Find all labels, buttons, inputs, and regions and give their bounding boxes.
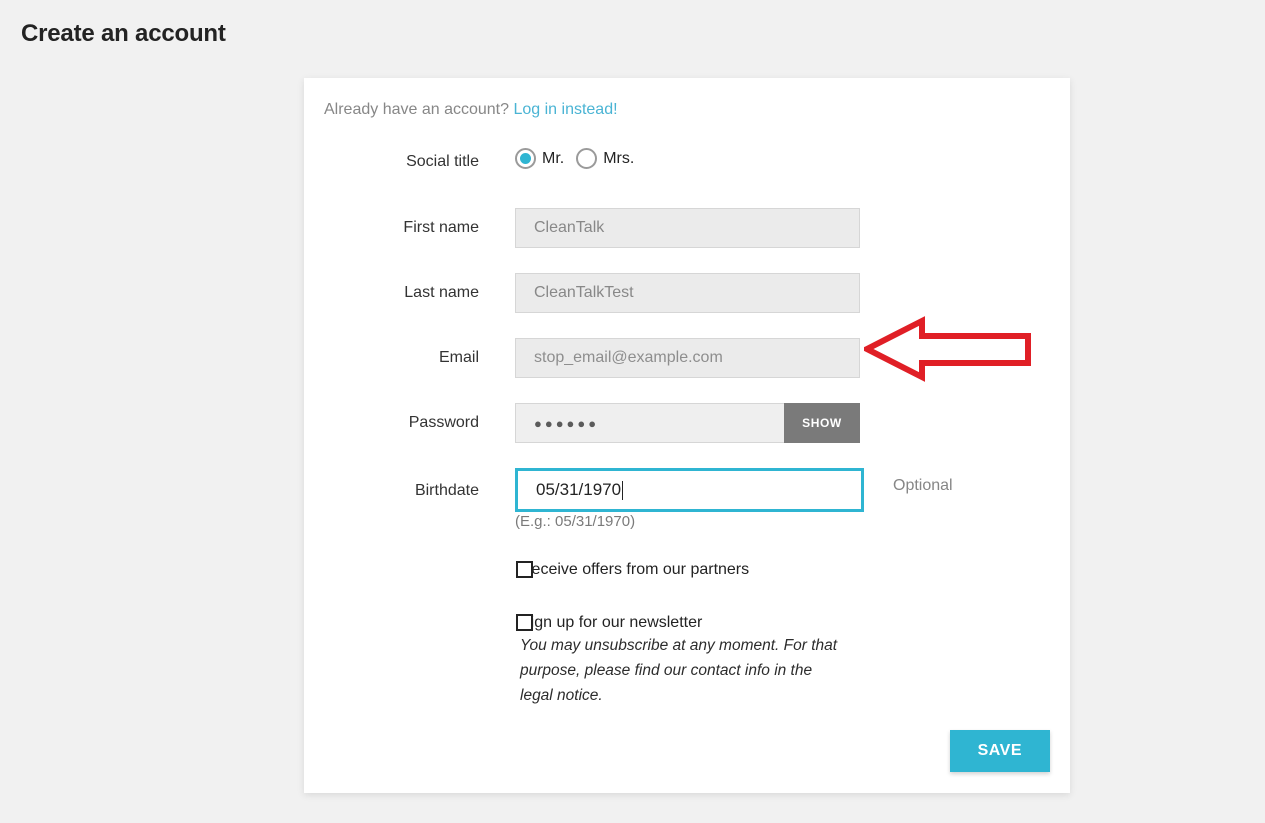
already-have-account-line: Already have an account? Log in instead! [324, 99, 618, 121]
last-name-input[interactable] [515, 273, 860, 313]
email-label: Email [438, 349, 479, 366]
social-title-control: Mr. Mrs. [515, 148, 646, 169]
form-row-partner-offers: Receive offers from our partners [304, 559, 1070, 580]
form-row-password: Password ●●●●●● SHOW [304, 400, 1070, 465]
radio-option-mrs[interactable]: Mrs. [576, 148, 646, 169]
birthdate-input[interactable]: 05/31/1970 [515, 468, 864, 512]
radio-option-mr[interactable]: Mr. [515, 148, 576, 169]
form-row-newsletter: Sign up for our newsletter You may unsub… [304, 612, 1070, 708]
partner-offers-checkbox[interactable] [516, 561, 533, 578]
password-control: ●●●●●● SHOW [515, 403, 860, 443]
partner-offers-label: Receive offers from our partners [520, 561, 750, 578]
page-title: Create an account [21, 20, 226, 47]
last-name-label: Last name [404, 284, 479, 301]
first-name-control [515, 208, 860, 248]
radio-mr-label: Mr. [542, 149, 565, 167]
email-input[interactable] [515, 338, 860, 378]
newsletter-label: Sign up for our newsletter [520, 614, 703, 631]
social-title-radio-group: Mr. Mrs. [515, 148, 646, 169]
registration-card: Already have an account? Log in instead!… [304, 78, 1070, 793]
log-in-instead-link[interactable]: Log in instead! [513, 101, 617, 118]
text-caret [622, 480, 624, 500]
password-input-group: ●●●●●● SHOW [515, 403, 860, 443]
form-row-last-name: Last name [304, 270, 1070, 335]
radio-mrs-label: Mrs. [603, 149, 635, 167]
birthdate-control: 05/31/1970 [515, 468, 864, 512]
radio-mr-icon[interactable] [515, 148, 536, 169]
birthdate-value: 05/31/1970 [536, 480, 622, 499]
save-button-wrap: SAVE [949, 730, 1050, 772]
first-name-label: First name [403, 219, 479, 236]
form-row-social-title: Social title Mr. Mrs. [304, 140, 1070, 205]
birthdate-label: Birthdate [414, 482, 479, 499]
already-have-account-text: Already have an account? [324, 101, 510, 118]
form-row-birthdate: Birthdate 05/31/1970 (E.g.: 05/31/1970) … [304, 465, 1070, 540]
social-title-label: Social title [406, 153, 479, 170]
radio-mrs-icon[interactable] [576, 148, 598, 169]
newsletter-checkbox[interactable] [516, 614, 533, 631]
first-name-input[interactable] [515, 208, 860, 248]
form-row-email: Email [304, 335, 1070, 400]
save-button[interactable]: SAVE [949, 730, 1050, 772]
birthdate-optional-note: Optional [893, 477, 953, 494]
registration-form: Social title Mr. Mrs. First name CleanTa… [304, 140, 1070, 708]
password-label: Password [408, 414, 479, 431]
email-control [515, 338, 860, 378]
birthdate-hint: (E.g.: 05/31/1970) [515, 513, 636, 530]
show-password-button[interactable]: SHOW [784, 403, 860, 443]
last-name-control [515, 273, 860, 313]
newsletter-description: You may unsubscribe at any moment. For t… [520, 637, 838, 704]
password-input[interactable]: ●●●●●● [515, 403, 784, 443]
form-row-first-name: First name [304, 205, 1070, 270]
